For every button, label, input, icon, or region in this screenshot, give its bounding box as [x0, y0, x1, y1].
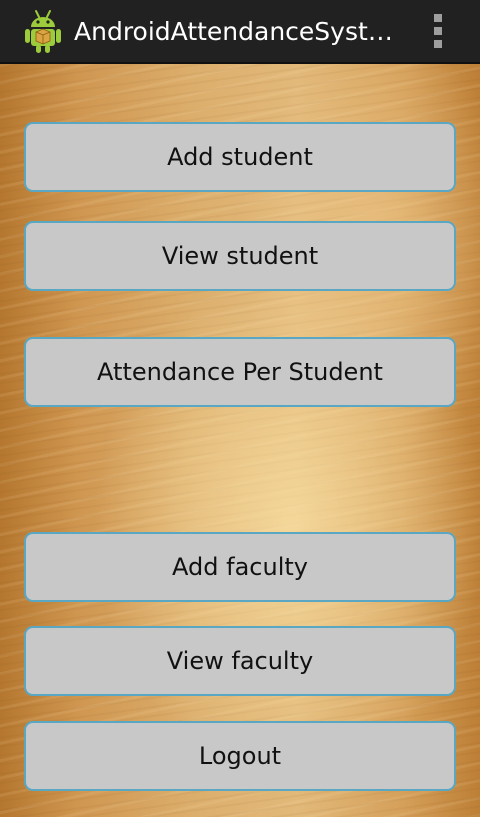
- action-bar: AndroidAttendanceSystem: [0, 0, 480, 64]
- menu-dot: [434, 40, 442, 48]
- attendance-per-student-button[interactable]: Attendance Per Student: [24, 337, 456, 407]
- main-content: Add student View student Attendance Per …: [0, 64, 480, 817]
- add-faculty-button[interactable]: Add faculty: [24, 532, 456, 602]
- app-title: AndroidAttendanceSystem: [74, 17, 394, 46]
- logout-button[interactable]: Logout: [24, 721, 456, 791]
- menu-dot: [434, 27, 442, 35]
- add-student-button[interactable]: Add student: [24, 122, 456, 192]
- view-student-button[interactable]: View student: [24, 221, 456, 291]
- menu-dot: [434, 14, 442, 22]
- overflow-menu-icon[interactable]: [424, 10, 452, 54]
- view-faculty-button[interactable]: View faculty: [24, 626, 456, 696]
- android-robot-icon: [25, 10, 61, 53]
